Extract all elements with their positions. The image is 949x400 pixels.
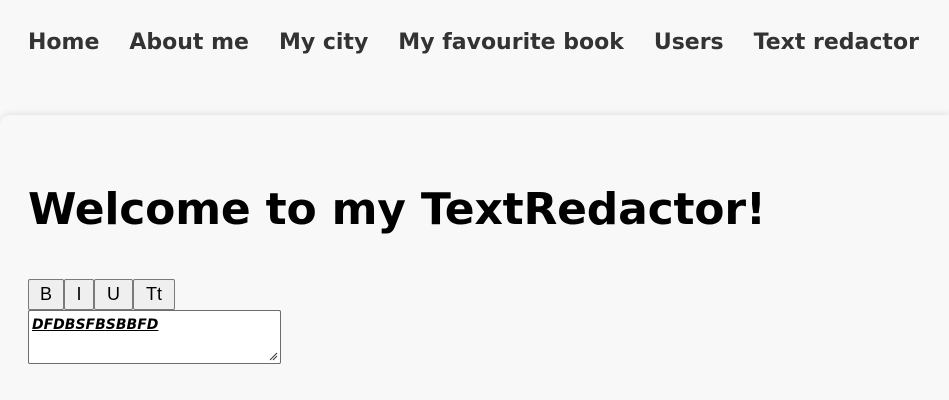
nav-text-redactor-link[interactable]: Text redactor — [754, 30, 919, 55]
resize-grip-icon[interactable] — [268, 351, 278, 361]
nav-my-city-link[interactable]: My city — [279, 30, 368, 55]
text-editor[interactable]: DFDBSFBSBBFD — [28, 310, 281, 364]
page-title: Welcome to my TextRedactor! — [28, 184, 766, 235]
top-navigation: Home About me My city My favourite book … — [0, 0, 949, 84]
nav-users-link[interactable]: Users — [654, 30, 724, 55]
underline-button[interactable]: U — [94, 279, 133, 310]
format-toolbar: B I U Tt — [28, 279, 175, 310]
nav-home-link[interactable]: Home — [28, 30, 99, 55]
nav-my-favourite-book-link[interactable]: My favourite book — [398, 30, 624, 55]
nav-about-me-link[interactable]: About me — [129, 30, 249, 55]
editor-text: DFDBSFBSBBFD — [32, 317, 159, 333]
italic-button[interactable]: I — [64, 279, 94, 310]
bold-button[interactable]: B — [28, 279, 64, 310]
text-size-button[interactable]: Tt — [133, 279, 175, 310]
